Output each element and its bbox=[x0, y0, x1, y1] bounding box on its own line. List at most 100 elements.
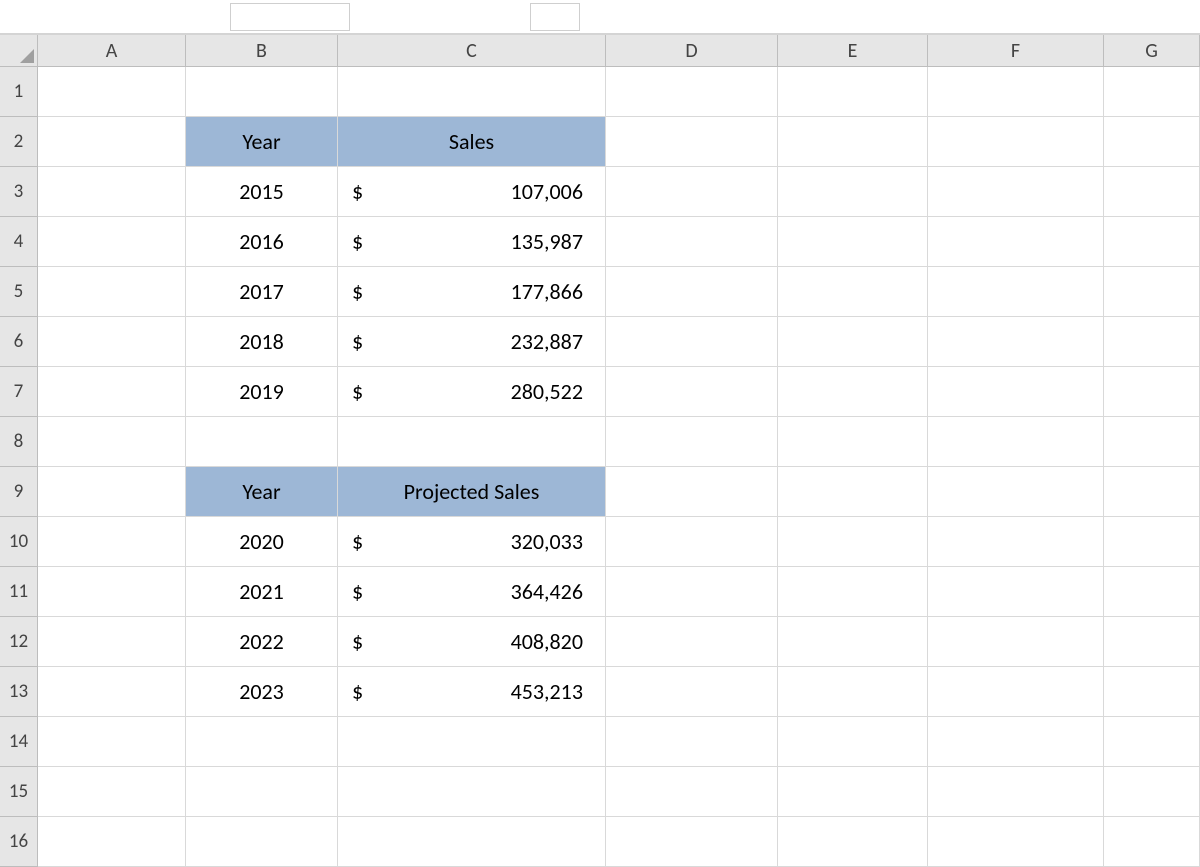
cell-G16[interactable] bbox=[1104, 817, 1200, 867]
row-header-3[interactable]: 3 bbox=[0, 167, 38, 217]
cell-F14[interactable] bbox=[928, 717, 1104, 767]
cell-F13[interactable] bbox=[928, 667, 1104, 717]
cell-D4[interactable] bbox=[606, 217, 778, 267]
cell-C3[interactable]: $107,006 bbox=[338, 167, 606, 217]
cell-D12[interactable] bbox=[606, 617, 778, 667]
row-header-11[interactable]: 11 bbox=[0, 567, 38, 617]
row-header-15[interactable]: 15 bbox=[0, 767, 38, 817]
cell-F11[interactable] bbox=[928, 567, 1104, 617]
cell-G10[interactable] bbox=[1104, 517, 1200, 567]
cell-E12[interactable] bbox=[778, 617, 928, 667]
cell-E3[interactable] bbox=[778, 167, 928, 217]
cell-E14[interactable] bbox=[778, 717, 928, 767]
cell-C7[interactable]: $280,522 bbox=[338, 367, 606, 417]
cell-F2[interactable] bbox=[928, 117, 1104, 167]
cell-A6[interactable] bbox=[38, 317, 186, 367]
cell-E6[interactable] bbox=[778, 317, 928, 367]
row-header-6[interactable]: 6 bbox=[0, 317, 38, 367]
cell-E4[interactable] bbox=[778, 217, 928, 267]
cell-B8[interactable] bbox=[186, 417, 338, 467]
cell-E5[interactable] bbox=[778, 267, 928, 317]
cell-F15[interactable] bbox=[928, 767, 1104, 817]
cell-G7[interactable] bbox=[1104, 367, 1200, 417]
cell-C11[interactable]: $364,426 bbox=[338, 567, 606, 617]
cell-F1[interactable] bbox=[928, 67, 1104, 117]
cell-F8[interactable] bbox=[928, 417, 1104, 467]
cell-E10[interactable] bbox=[778, 517, 928, 567]
cell-D15[interactable] bbox=[606, 767, 778, 817]
cell-A1[interactable] bbox=[38, 67, 186, 117]
row-header-16[interactable]: 16 bbox=[0, 817, 38, 867]
cell-G2[interactable] bbox=[1104, 117, 1200, 167]
cell-A9[interactable] bbox=[38, 467, 186, 517]
row-header-9[interactable]: 9 bbox=[0, 467, 38, 517]
cell-C13[interactable]: $453,213 bbox=[338, 667, 606, 717]
cell-C8[interactable] bbox=[338, 417, 606, 467]
cell-E9[interactable] bbox=[778, 467, 928, 517]
cell-A4[interactable] bbox=[38, 217, 186, 267]
cell-B15[interactable] bbox=[186, 767, 338, 817]
cell-C15[interactable] bbox=[338, 767, 606, 817]
cell-A13[interactable] bbox=[38, 667, 186, 717]
cell-E13[interactable] bbox=[778, 667, 928, 717]
cell-E11[interactable] bbox=[778, 567, 928, 617]
cell-C4[interactable]: $135,987 bbox=[338, 217, 606, 267]
row-header-7[interactable]: 7 bbox=[0, 367, 38, 417]
year-2018[interactable]: 2018 bbox=[186, 317, 338, 367]
row-header-1[interactable]: 1 bbox=[0, 67, 38, 117]
cell-B14[interactable] bbox=[186, 717, 338, 767]
cell-F5[interactable] bbox=[928, 267, 1104, 317]
cell-E2[interactable] bbox=[778, 117, 928, 167]
column-header-A[interactable]: A bbox=[38, 35, 186, 67]
cell-C16[interactable] bbox=[338, 817, 606, 867]
proj-year-2021[interactable]: 2021 bbox=[186, 567, 338, 617]
cell-D8[interactable] bbox=[606, 417, 778, 467]
cell-C6[interactable]: $232,887 bbox=[338, 317, 606, 367]
proj-year-2023[interactable]: 2023 bbox=[186, 667, 338, 717]
header-projected-sales[interactable]: Projected Sales bbox=[338, 467, 606, 517]
cell-A16[interactable] bbox=[38, 817, 186, 867]
column-header-F[interactable]: F bbox=[928, 35, 1104, 67]
year-2015[interactable]: 2015 bbox=[186, 167, 338, 217]
cell-D11[interactable] bbox=[606, 567, 778, 617]
cell-C10[interactable]: $320,033 bbox=[338, 517, 606, 567]
cell-A15[interactable] bbox=[38, 767, 186, 817]
cell-A8[interactable] bbox=[38, 417, 186, 467]
cell-F9[interactable] bbox=[928, 467, 1104, 517]
cell-D10[interactable] bbox=[606, 517, 778, 567]
cell-F4[interactable] bbox=[928, 217, 1104, 267]
cell-F3[interactable] bbox=[928, 167, 1104, 217]
cell-E16[interactable] bbox=[778, 817, 928, 867]
cell-D2[interactable] bbox=[606, 117, 778, 167]
cell-D9[interactable] bbox=[606, 467, 778, 517]
cell-D6[interactable] bbox=[606, 317, 778, 367]
cell-F7[interactable] bbox=[928, 367, 1104, 417]
header-year[interactable]: Year bbox=[186, 117, 338, 167]
proj-year-2020[interactable]: 2020 bbox=[186, 517, 338, 567]
cell-grid[interactable]: YearSales2015$107,0062016$135,9872017$17… bbox=[38, 67, 1200, 867]
proj-year-2022[interactable]: 2022 bbox=[186, 617, 338, 667]
cell-E1[interactable] bbox=[778, 67, 928, 117]
column-header-G[interactable]: G bbox=[1104, 35, 1200, 67]
cell-D14[interactable] bbox=[606, 717, 778, 767]
row-header-5[interactable]: 5 bbox=[0, 267, 38, 317]
cell-G6[interactable] bbox=[1104, 317, 1200, 367]
cell-F16[interactable] bbox=[928, 817, 1104, 867]
row-header-8[interactable]: 8 bbox=[0, 417, 38, 467]
cell-A2[interactable] bbox=[38, 117, 186, 167]
cell-C1[interactable] bbox=[338, 67, 606, 117]
cell-G12[interactable] bbox=[1104, 617, 1200, 667]
cell-G1[interactable] bbox=[1104, 67, 1200, 117]
cell-A7[interactable] bbox=[38, 367, 186, 417]
cell-D13[interactable] bbox=[606, 667, 778, 717]
cell-E15[interactable] bbox=[778, 767, 928, 817]
cell-D7[interactable] bbox=[606, 367, 778, 417]
cell-G4[interactable] bbox=[1104, 217, 1200, 267]
column-header-E[interactable]: E bbox=[778, 35, 928, 67]
cell-B16[interactable] bbox=[186, 817, 338, 867]
cell-A5[interactable] bbox=[38, 267, 186, 317]
cell-A12[interactable] bbox=[38, 617, 186, 667]
cell-A11[interactable] bbox=[38, 567, 186, 617]
cell-G11[interactable] bbox=[1104, 567, 1200, 617]
cell-G14[interactable] bbox=[1104, 717, 1200, 767]
